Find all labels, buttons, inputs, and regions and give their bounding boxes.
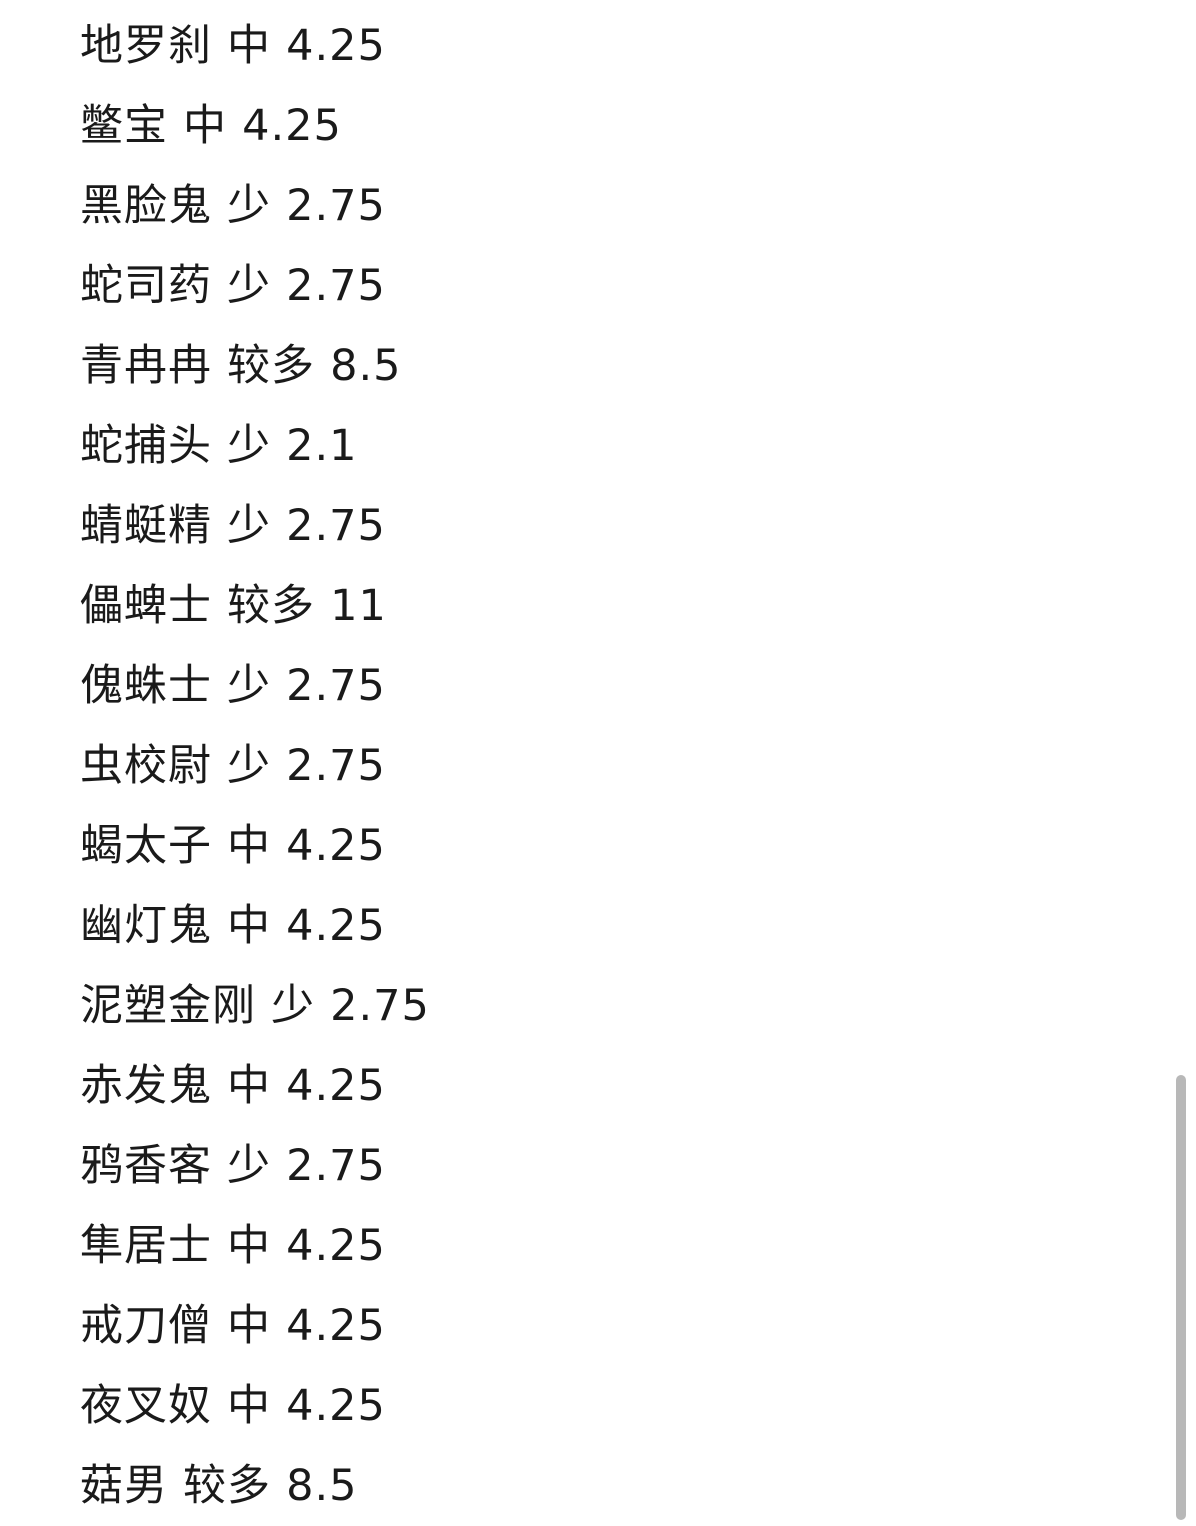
list-item: 蜻蜓精少 2.75 bbox=[80, 486, 1160, 566]
item-value: 2.75 bbox=[286, 261, 386, 311]
item-value: 4.25 bbox=[286, 1221, 386, 1271]
item-level: 少 bbox=[227, 1141, 272, 1191]
item-value: 4.25 bbox=[286, 901, 386, 951]
item-level: 少 bbox=[227, 181, 272, 231]
item-level: 较多 bbox=[227, 341, 316, 391]
item-name: 赤发鬼 bbox=[80, 1061, 212, 1111]
list-item: 戒刀僧中 4.25 bbox=[80, 1286, 1160, 1366]
item-value: 4.25 bbox=[242, 101, 342, 151]
item-name: 儡蜱士 bbox=[80, 581, 212, 631]
item-value: 2.75 bbox=[286, 741, 386, 791]
vertical-scrollbar[interactable] bbox=[1176, 1075, 1186, 1520]
list-item: 地罗刹中 4.25 bbox=[80, 6, 1160, 86]
list-item: 儡蜱士 较多 11 bbox=[80, 566, 1160, 646]
item-list: 地罗刹中 4.25 鳖宝中 4.25 黑脸鬼少 2.75 蛇司药少 2.75 青冉冉 较多… bbox=[80, 6, 1160, 1526]
item-value: 4.25 bbox=[286, 1381, 386, 1431]
list-item: 隼居士中 4.25 bbox=[80, 1206, 1160, 1286]
item-level: 中 bbox=[227, 21, 272, 71]
item-level: 少 bbox=[271, 981, 316, 1031]
item-name: 傀蛛士 bbox=[80, 661, 212, 711]
item-value: 8.5 bbox=[286, 1461, 358, 1511]
item-name: 鸦香客 bbox=[80, 1141, 212, 1191]
item-value: 2.75 bbox=[286, 1141, 386, 1191]
item-level: 中 bbox=[227, 901, 272, 951]
list-item: 青冉冉 较多 8.5 bbox=[80, 326, 1160, 406]
item-level: 中 bbox=[183, 101, 228, 151]
item-name: 鳖宝 bbox=[80, 101, 168, 151]
item-value: 11 bbox=[330, 581, 387, 631]
list-item: 黑脸鬼少 2.75 bbox=[80, 166, 1160, 246]
item-level: 较多 bbox=[183, 1461, 272, 1511]
list-item: 蛇司药少 2.75 bbox=[80, 246, 1160, 326]
list-item: 鸦香客少 2.75 bbox=[80, 1126, 1160, 1206]
list-item: 泥塑金刚少 2.75 bbox=[80, 966, 1160, 1046]
item-name: 隼居士 bbox=[80, 1221, 212, 1271]
list-item: 菇男 较多 8.5 bbox=[80, 1446, 1160, 1526]
item-value: 4.25 bbox=[286, 1061, 386, 1111]
list-item: 傀蛛士少 2.75 bbox=[80, 646, 1160, 726]
item-name: 蜻蜓精 bbox=[80, 501, 212, 551]
item-name: 青冉冉 bbox=[80, 341, 212, 391]
item-name: 蝎太子 bbox=[80, 821, 212, 871]
item-value: 4.25 bbox=[286, 1301, 386, 1351]
item-level: 中 bbox=[227, 821, 272, 871]
item-name: 蛇司药 bbox=[80, 261, 212, 311]
item-value: 8.5 bbox=[330, 341, 402, 391]
scroll-content: 地罗刹中 4.25 鳖宝中 4.25 黑脸鬼少 2.75 蛇司药少 2.75 青冉冉 较多… bbox=[80, 0, 1160, 1520]
item-level: 中 bbox=[227, 1221, 272, 1271]
list-item: 夜叉奴中 4.25 bbox=[80, 1366, 1160, 1446]
item-name: 黑脸鬼 bbox=[80, 181, 212, 231]
item-name: 蛇捕头 bbox=[80, 421, 212, 471]
item-level: 少 bbox=[227, 261, 272, 311]
item-value: 4.25 bbox=[286, 21, 386, 71]
item-name: 地罗刹 bbox=[80, 21, 212, 71]
item-level: 中 bbox=[227, 1301, 272, 1351]
item-level: 少 bbox=[227, 661, 272, 711]
item-level: 中 bbox=[227, 1381, 272, 1431]
item-value: 2.75 bbox=[286, 181, 386, 231]
item-level: 少 bbox=[227, 741, 272, 791]
item-name: 幽灯鬼 bbox=[80, 901, 212, 951]
item-value: 2.75 bbox=[286, 501, 386, 551]
item-name: 虫校尉 bbox=[80, 741, 212, 791]
list-item: 鳖宝中 4.25 bbox=[80, 86, 1160, 166]
item-name: 戒刀僧 bbox=[80, 1301, 212, 1351]
list-item: 赤发鬼中 4.25 bbox=[80, 1046, 1160, 1126]
item-value: 2.1 bbox=[286, 421, 358, 471]
item-name: 菇男 bbox=[80, 1461, 168, 1511]
item-value: 2.75 bbox=[286, 661, 386, 711]
item-level: 少 bbox=[227, 501, 272, 551]
list-item: 幽灯鬼中 4.25 bbox=[80, 886, 1160, 966]
item-level: 较多 bbox=[227, 581, 316, 631]
item-value: 4.25 bbox=[286, 821, 386, 871]
item-name: 夜叉奴 bbox=[80, 1381, 212, 1431]
item-value: 2.75 bbox=[330, 981, 430, 1031]
item-level: 中 bbox=[227, 1061, 272, 1111]
item-name: 泥塑金刚 bbox=[80, 981, 256, 1031]
item-level: 少 bbox=[227, 421, 272, 471]
list-item: 蛇捕头少 2.1 bbox=[80, 406, 1160, 486]
list-item: 蝎太子中 4.25 bbox=[80, 806, 1160, 886]
list-item: 虫校尉少 2.75 bbox=[80, 726, 1160, 806]
